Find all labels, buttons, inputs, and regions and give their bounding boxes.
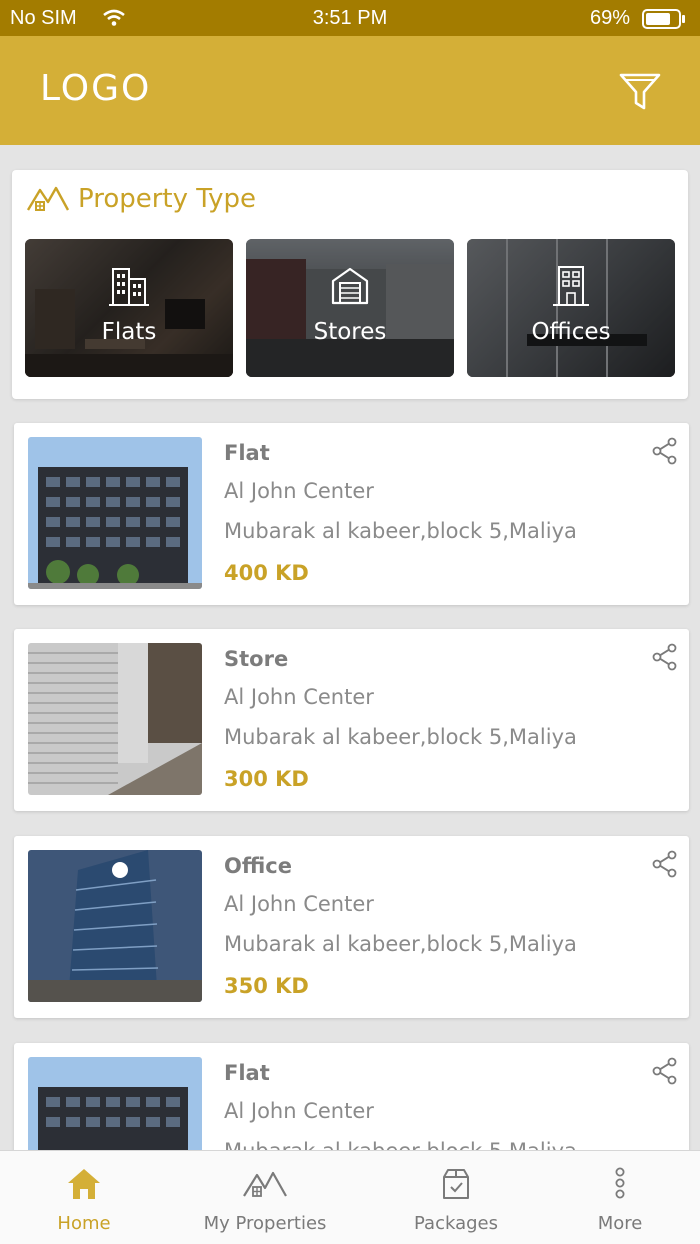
tab-more-label: More [597, 1213, 643, 1234]
building-icon [25, 265, 233, 311]
listing-name: Al John Center [224, 479, 374, 503]
more-icon [550, 1167, 690, 1205]
tile-flats-label: Flats [101, 319, 157, 345]
listing-address: Mubarak al kabeer,block 5,Maliya [224, 932, 577, 956]
package-icon [362, 1167, 550, 1205]
listing-name: Al John Center [224, 685, 374, 709]
listing-price: 300 KD [224, 767, 309, 791]
tab-more[interactable]: More [550, 1151, 690, 1244]
listing-address: Mubarak al kabeer,block 5,Maliya [224, 725, 577, 749]
tile-offices-label: Offices [531, 319, 611, 345]
office-icon [467, 265, 675, 311]
tile-offices[interactable]: Offices [467, 239, 675, 377]
share-icon[interactable] [651, 1057, 679, 1085]
tab-home[interactable]: Home [0, 1151, 168, 1244]
listing-type: Store [224, 647, 289, 671]
listing-thumbnail [28, 643, 202, 795]
tab-my-properties-label: My Properties [203, 1213, 327, 1234]
property-type-title: Property Type [78, 184, 257, 214]
app-logo: LOGO [40, 68, 152, 109]
listing-address: Mubarak al kabeer,block 5,Maliya [224, 519, 577, 543]
tile-flats[interactable]: Flats [25, 239, 233, 377]
listing-name: Al John Center [224, 892, 374, 916]
home-icon [0, 1167, 168, 1205]
tile-stores-label: Stores [313, 319, 387, 345]
listing-card[interactable]: Office Al John Center Mubarak al kabeer,… [14, 836, 689, 1018]
listing-card[interactable]: Store Al John Center Mubarak al kabeer,b… [14, 629, 689, 811]
listing-card[interactable]: Flat Al John Center Mubarak al kabeer,bl… [14, 423, 689, 605]
status-bar: No SIM 3:51 PM 69% [0, 0, 700, 36]
tab-home-label: Home [57, 1213, 111, 1234]
filter-icon[interactable] [618, 70, 662, 114]
tab-bar: Home My Properties Packages More [0, 1150, 700, 1244]
property-type-card: Property Type Flats Stores Offices [12, 170, 688, 399]
listing-thumbnail [28, 850, 202, 1002]
listing-name: Al John Center [224, 1099, 374, 1123]
listing-type: Office [224, 854, 292, 878]
listing-price: 400 KD [224, 561, 309, 585]
battery-icon [642, 9, 686, 35]
listing-type: Flat [224, 1061, 270, 1085]
properties-icon [168, 1167, 362, 1203]
tab-my-properties[interactable]: My Properties [168, 1151, 362, 1244]
app-header: LOGO [0, 36, 700, 145]
listing-type: Flat [224, 441, 270, 465]
tile-stores[interactable]: Stores [246, 239, 454, 377]
store-icon [246, 265, 454, 311]
tab-packages[interactable]: Packages [362, 1151, 550, 1244]
share-icon[interactable] [651, 643, 679, 671]
share-icon[interactable] [651, 850, 679, 878]
battery-percent: 69% [589, 7, 630, 29]
listing-thumbnail [28, 437, 202, 589]
listing-price: 350 KD [224, 974, 309, 998]
mountains-icon [26, 182, 70, 214]
share-icon[interactable] [651, 437, 679, 465]
tab-packages-label: Packages [414, 1213, 498, 1234]
